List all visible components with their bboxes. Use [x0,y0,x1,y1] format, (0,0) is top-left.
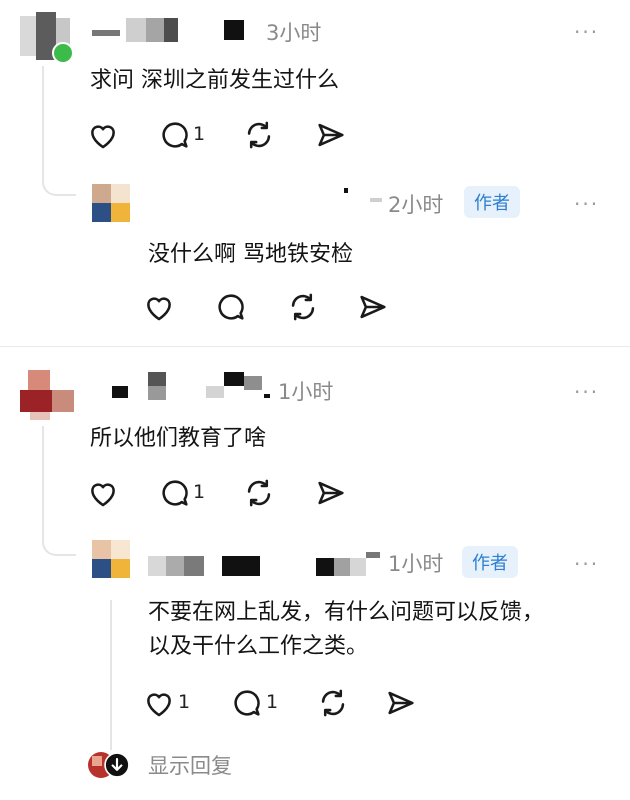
share-send-icon[interactable] [384,686,418,720]
username-redacted[interactable] [106,372,274,400]
author-badge: 作者 [462,546,518,578]
avatar[interactable] [92,540,130,578]
show-replies-label: 显示回复 [148,754,232,778]
arrow-down-circle-icon [104,752,130,778]
thread-connector [42,426,76,556]
thread-line [110,600,112,750]
username-redacted[interactable] [148,552,384,580]
show-replies-button[interactable]: 显示回复 [86,748,286,782]
repost-icon[interactable] [316,686,350,720]
like-heart-icon[interactable] [142,686,176,720]
share-send-icon[interactable] [314,118,348,152]
like-heart-icon[interactable] [86,118,120,152]
like-heart-icon[interactable] [142,290,176,324]
comment-bubble-icon[interactable] [230,686,264,720]
comment-bubble-icon[interactable] [158,476,192,510]
repost-icon[interactable] [242,476,276,510]
username-redacted[interactable] [340,186,384,206]
thread-connector [42,66,76,196]
author-badge: 作者 [464,186,520,218]
username-redacted[interactable] [92,18,262,44]
reply-count: 1 [193,123,206,145]
reply-text: 没什么啊 骂地铁安检 [148,242,353,267]
avatar[interactable] [92,184,130,222]
reply-time: 1小时 [388,552,444,576]
like-count: 1 [178,691,191,713]
comment-divider [0,346,630,347]
comment-text: 所以他们教育了啥 [90,426,267,451]
reply-count: 1 [193,481,206,503]
comment-bubble-icon[interactable] [158,118,192,152]
comment-bubble-icon[interactable] [214,290,248,324]
more-options-button[interactable]: ··· [574,380,599,404]
reply-text-line-2: 以及干什么工作之类。 [148,634,369,659]
share-send-icon[interactable] [314,476,348,510]
comment-text: 求问 深圳之前发生过什么 [90,68,339,93]
comment-time: 1小时 [278,380,334,404]
repost-icon[interactable] [242,118,276,152]
more-options-button[interactable]: ··· [574,192,599,216]
repost-icon[interactable] [286,290,320,324]
avatar[interactable] [20,370,74,420]
reply-text-line-1: 不要在网上乱发，有什么问题可以反馈， [148,600,545,625]
more-options-button[interactable]: ··· [574,20,599,44]
comment-time: 3小时 [266,21,322,45]
avatar[interactable] [20,12,74,64]
share-send-icon[interactable] [356,290,390,324]
online-dot-icon [52,42,74,64]
like-heart-icon[interactable] [86,476,120,510]
reply-time: 2小时 [388,193,444,217]
reply-count: 1 [266,691,279,713]
more-options-button[interactable]: ··· [574,552,599,576]
